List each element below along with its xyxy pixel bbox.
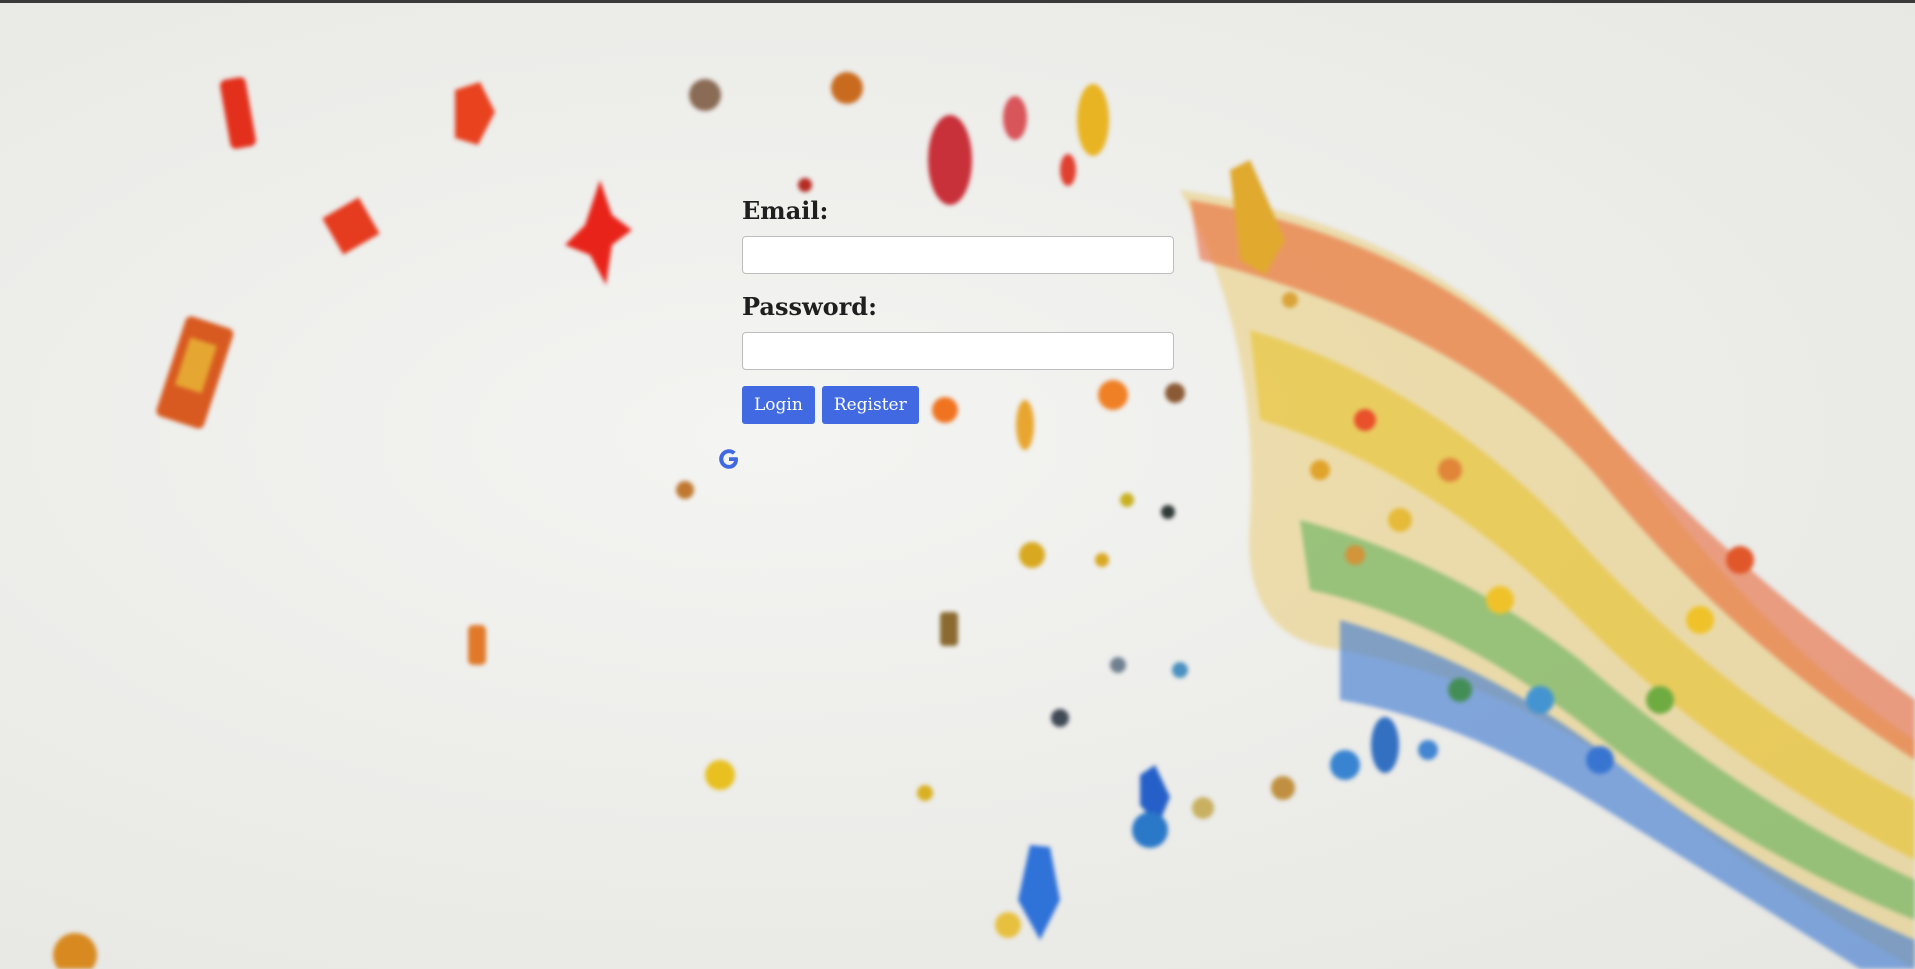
- password-input[interactable]: [742, 332, 1174, 370]
- login-button[interactable]: Login: [742, 386, 815, 424]
- login-form: Email: Password: Login Register: [742, 196, 1174, 424]
- google-icon[interactable]: [716, 446, 742, 472]
- form-buttons: Login Register: [742, 386, 1174, 424]
- email-label: Email:: [742, 196, 829, 225]
- background-image: [53, 72, 1915, 969]
- email-input[interactable]: [742, 236, 1174, 274]
- password-label: Password:: [742, 292, 877, 321]
- register-button[interactable]: Register: [821, 386, 919, 424]
